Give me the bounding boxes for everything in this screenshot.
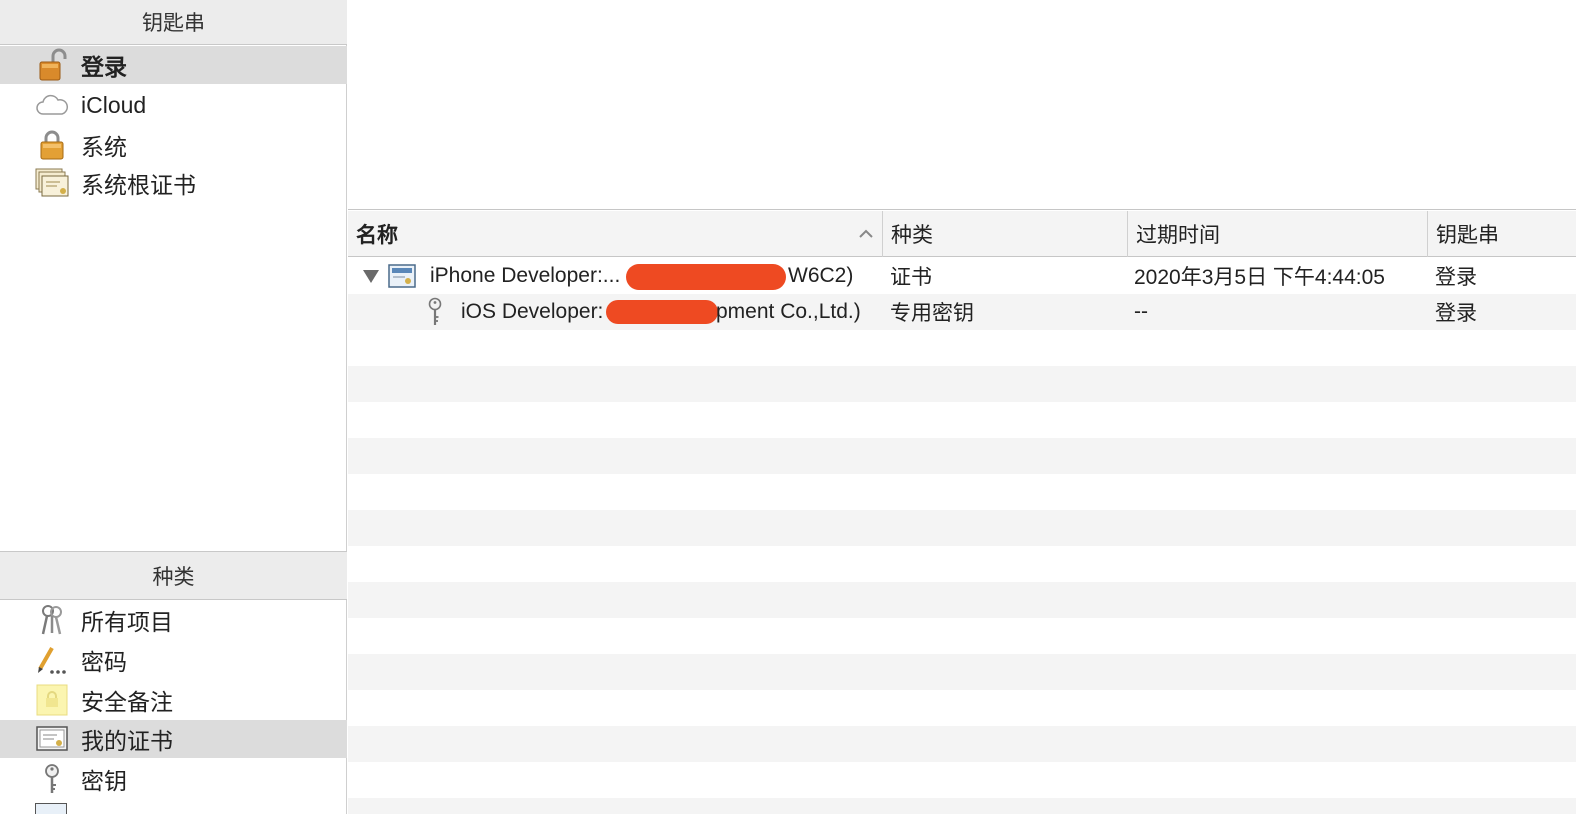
certificate-icon	[35, 722, 69, 756]
table-stripe	[348, 690, 1576, 726]
disclosure-triangle-icon[interactable]	[362, 258, 380, 294]
table-row[interactable]: iPhone Developer:... W6C2) 证书 2020年3月5日 …	[348, 258, 1576, 294]
sidebar-item-label: 所有项目	[81, 609, 173, 635]
column-header-expiry[interactable]: 过期时间	[1128, 211, 1428, 257]
column-header-label: 过期时间	[1136, 224, 1220, 247]
table-stripe	[348, 438, 1576, 474]
table-stripe	[348, 402, 1576, 438]
table-row[interactable]: iOS Developer: pment Co.,Ltd.) 专用密钥 -- 登…	[348, 294, 1576, 330]
row-keychain: 登录	[1435, 302, 1477, 325]
sidebar-item-label: 安全备注	[81, 689, 173, 715]
table-stripe	[348, 330, 1576, 366]
table-stripe	[348, 654, 1576, 690]
partial-item-icon	[35, 803, 67, 814]
sidebar-item-label: 我的证书	[81, 728, 173, 754]
row-kind: 专用密钥	[890, 302, 974, 325]
sidebar-item-label: iCloud	[81, 91, 147, 118]
pencil-icon	[35, 643, 69, 677]
certificate-icon	[388, 258, 416, 294]
column-header-name[interactable]: 名称	[348, 211, 883, 257]
sidebar-item-icloud[interactable]: iCloud	[0, 86, 347, 124]
column-header-kind[interactable]: 种类	[883, 211, 1128, 257]
table-stripe	[348, 618, 1576, 654]
column-header-label: 名称	[356, 224, 398, 247]
key-icon	[35, 762, 69, 796]
sidebar-item-label: 登录	[81, 54, 127, 80]
row-name-suffix: W6C2)	[788, 264, 854, 287]
table-stripe	[348, 726, 1576, 762]
column-header-label: 钥匙串	[1436, 224, 1499, 247]
table-stripe	[348, 762, 1576, 798]
column-header-label: 种类	[891, 224, 933, 247]
table-stripe	[348, 546, 1576, 582]
certificates-icon	[35, 166, 69, 200]
row-keychain: 登录	[1435, 266, 1477, 289]
sidebar-item-label: 密钥	[81, 768, 127, 794]
sidebar-item-label: 密码	[81, 649, 127, 675]
table-body: iPhone Developer:... W6C2) 证书 2020年3月5日 …	[348, 258, 1576, 814]
sidebar-item-system[interactable]: 系统	[0, 126, 347, 164]
keys-icon	[35, 603, 69, 637]
row-expiry: --	[1134, 300, 1148, 323]
sidebar-item-keys[interactable]: 密钥	[0, 760, 347, 798]
sidebar-item-label: 系统	[81, 134, 127, 160]
item-preview-area	[348, 0, 1576, 210]
sidebar-item-passwords[interactable]: 密码	[0, 641, 347, 679]
table-stripe	[348, 474, 1576, 510]
row-expiry: 2020年3月5日 下午4:44:05	[1134, 266, 1385, 289]
unlocked-padlock-icon	[35, 48, 69, 82]
sort-ascending-icon	[858, 223, 874, 249]
row-name-suffix: pment Co.,Ltd.)	[716, 300, 861, 323]
sidebar-item-my-certificates[interactable]: 我的证书	[0, 720, 347, 758]
category-header: 种类	[0, 551, 347, 600]
table-header: 名称 种类 过期时间 钥匙串	[348, 211, 1576, 257]
sidebar-item-login[interactable]: 登录	[0, 46, 347, 84]
table-stripe	[348, 510, 1576, 546]
table-stripe	[348, 798, 1576, 814]
table-stripe	[348, 366, 1576, 402]
cloud-icon	[35, 88, 69, 122]
secure-note-icon	[35, 683, 69, 717]
key-icon	[426, 294, 444, 330]
row-name-prefix: iPhone Developer:...	[430, 264, 621, 287]
row-name-prefix: iOS Developer:	[461, 300, 604, 323]
table-stripe	[348, 582, 1576, 618]
redaction-mark	[626, 264, 786, 290]
sidebar-item-label: 系统根证书	[81, 172, 196, 198]
padlock-icon	[35, 128, 69, 162]
redaction-mark	[606, 300, 718, 324]
column-header-keychain[interactable]: 钥匙串	[1428, 211, 1576, 257]
sidebar-item-all-items[interactable]: 所有项目	[0, 601, 347, 639]
row-kind: 证书	[890, 266, 932, 289]
sidebar-item-secure-notes[interactable]: 安全备注	[0, 681, 347, 719]
keychains-header: 钥匙串	[0, 0, 347, 45]
sidebar-item-system-roots[interactable]: 系统根证书	[0, 164, 347, 202]
sidebar: 钥匙串 登录 iCloud 系统 系统根证书 种类 所有项目 密码 安全备注 我…	[0, 0, 347, 814]
